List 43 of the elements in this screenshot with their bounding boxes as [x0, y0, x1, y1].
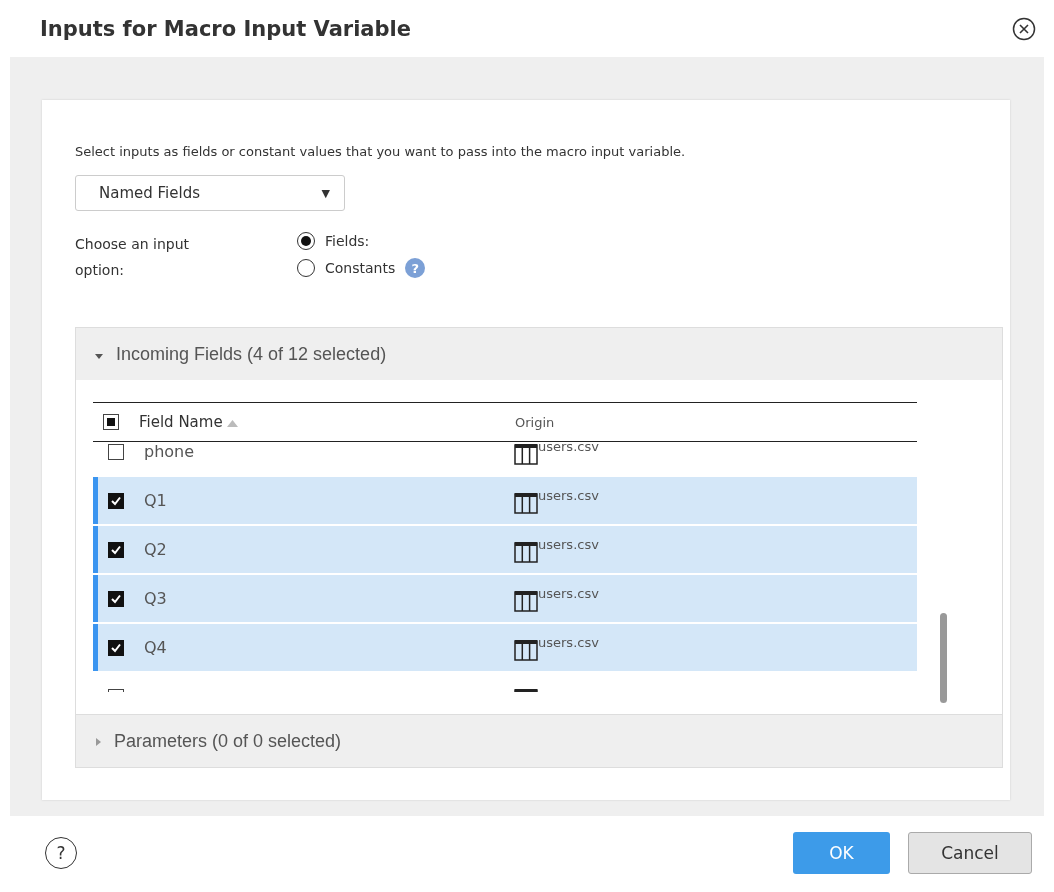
origin-name: users.csv [538, 585, 599, 601]
radio-button[interactable] [297, 259, 315, 277]
origin-name: users.csv [538, 442, 599, 454]
radio-button[interactable] [297, 232, 315, 250]
field-name: Q1 [144, 491, 167, 510]
table-icon [514, 589, 538, 612]
section-header[interactable]: Incoming Fields (4 of 12 selected) [76, 328, 1002, 380]
table-icon [514, 442, 538, 465]
row-checkbox[interactable] [108, 639, 124, 656]
selected-row[interactable]: Q4 users.csv [93, 624, 917, 671]
input-type-dropdown[interactable]: Named Fields ▼ [75, 175, 345, 211]
select-all-checkbox[interactable] [103, 414, 119, 430]
table-icon [514, 638, 538, 661]
scrollbar[interactable] [940, 613, 947, 703]
selected-row[interactable]: Q2 users.csv [93, 526, 917, 573]
field-name: Q4 [144, 638, 167, 657]
origin-name: users.csv [538, 634, 599, 650]
selected-row[interactable]: Q3 users.csv [93, 575, 917, 622]
column-header[interactable]: Field Name [139, 413, 223, 431]
expand-caret-icon [94, 736, 102, 747]
row-checkbox[interactable] [108, 492, 124, 509]
section-header[interactable]: Parameters (0 of 0 selected) [76, 715, 1002, 767]
dialog-title: Inputs for Macro Input Variable [40, 16, 411, 41]
table-icon [514, 491, 538, 514]
row-checkbox[interactable] [108, 541, 124, 558]
radio-label: Fields: [325, 233, 370, 249]
cancel-button[interactable]: Cancel [908, 832, 1032, 874]
option-label: Choose an input option: [75, 235, 191, 280]
description-text: Select inputs as fields or constant values that you want to pass into the macro input variable. [75, 144, 687, 159]
field-name: Q2 [144, 540, 167, 559]
row-checkbox[interactable] [108, 590, 124, 607]
field-name: Q3 [144, 589, 167, 608]
column-header[interactable]: Origin [515, 414, 555, 430]
field-name: phone [144, 442, 195, 461]
origin-name: users.csv [538, 487, 599, 503]
close-icon[interactable] [1012, 16, 1036, 41]
selected-row[interactable]: Q1 users.csv [93, 477, 917, 524]
table-icon [514, 540, 538, 563]
row-checkbox[interactable] [108, 443, 124, 460]
radio-label: Constants [325, 260, 396, 276]
collapse-caret-icon [94, 351, 104, 360]
origin-name: users.csv [538, 536, 599, 552]
table-row[interactable]: phone users.csv [93, 442, 917, 475]
